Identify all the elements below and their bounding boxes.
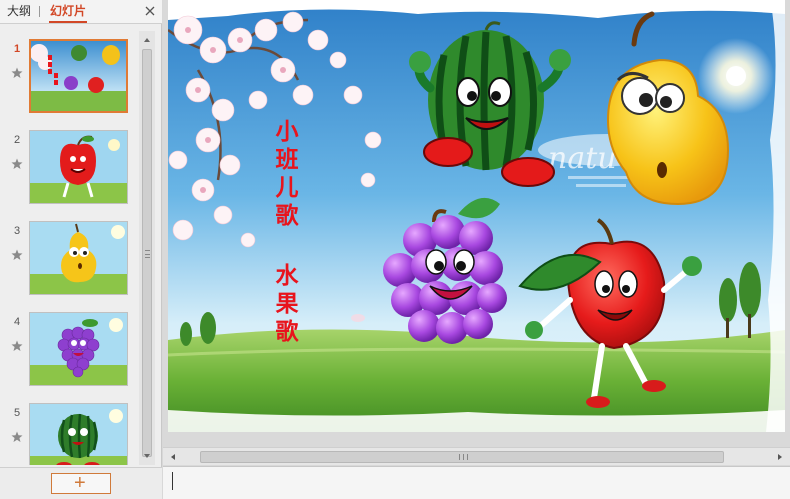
slide-preview (29, 39, 128, 113)
slide-number: 2 (14, 134, 21, 146)
title-char: 小 (275, 119, 299, 145)
scroll-left-icon[interactable] (168, 452, 178, 462)
slide-navigation-pane: 大纲 幻灯片 1 2 3 4 5 + (0, 0, 162, 499)
slide-thumbnail-4[interactable]: 4 (0, 304, 138, 386)
current-slide-canvas[interactable]: natu 小 班 儿 歌 水 果 歌 (168, 0, 785, 432)
thumbnail-scrollbar[interactable] (139, 31, 155, 465)
scroll-right-icon[interactable] (775, 452, 785, 462)
slide-number: 1 (14, 43, 21, 55)
plus-icon: + (74, 472, 86, 494)
slide-thumbnail-list: 1 2 3 4 5 (0, 31, 138, 465)
text-caret (172, 472, 173, 490)
slide-number: 4 (14, 316, 21, 328)
star-icon[interactable] (11, 158, 23, 170)
slide-preview (29, 221, 128, 295)
pane-tab-bar: 大纲 幻灯片 (0, 0, 162, 24)
slide-thumbnail-3[interactable]: 3 (0, 213, 138, 295)
grip-icon (459, 454, 468, 460)
tab-outline[interactable]: 大纲 (7, 4, 31, 18)
presentation-app: 大纲 幻灯片 1 2 3 4 5 + natu 小 班 儿 歌 水 果 歌 (0, 0, 790, 499)
scroll-down-icon[interactable] (142, 451, 152, 461)
pane-footer: + (0, 467, 162, 499)
close-icon[interactable] (143, 4, 157, 18)
slide-thumbnail-5[interactable]: 5 (0, 395, 138, 465)
slide-number: 5 (14, 407, 21, 419)
slide-preview (29, 403, 128, 465)
slide-number: 3 (14, 225, 21, 237)
slide-preview (29, 312, 128, 386)
title-char: 儿 (275, 175, 299, 201)
add-slide-button[interactable]: + (51, 473, 111, 494)
scrollbar-thumb[interactable] (200, 451, 724, 463)
slide-editor: natu 小 班 儿 歌 水 果 歌 (163, 0, 790, 499)
slide-preview (29, 130, 128, 204)
notes-input[interactable] (163, 466, 790, 499)
title-char: 歌 (275, 203, 299, 229)
star-icon[interactable] (11, 249, 23, 261)
tab-slides[interactable]: 幻灯片 (50, 4, 86, 18)
title-char: 班 (275, 147, 299, 173)
slide-horizontal-scrollbar[interactable] (163, 447, 790, 465)
slide-title-line-1[interactable]: 小 班 儿 歌 (272, 118, 302, 230)
background-word: natu (548, 141, 617, 176)
star-icon[interactable] (11, 340, 23, 352)
slide-thumbnail-2[interactable]: 2 (0, 122, 138, 204)
scroll-up-icon[interactable] (142, 35, 152, 45)
slide-title-line-2[interactable]: 水 果 歌 (272, 262, 302, 346)
active-tab-indicator (49, 21, 87, 23)
slide-thumbnail-1[interactable]: 1 (0, 31, 138, 113)
slide-artwork: natu (168, 0, 785, 432)
star-icon[interactable] (11, 67, 23, 79)
star-icon[interactable] (11, 431, 23, 443)
title-char: 歌 (275, 319, 299, 345)
tab-divider (39, 6, 40, 17)
grip-icon (145, 250, 150, 258)
scrollbar-thumb[interactable] (142, 49, 152, 457)
title-char: 水 (275, 263, 299, 289)
title-char: 果 (275, 291, 299, 317)
